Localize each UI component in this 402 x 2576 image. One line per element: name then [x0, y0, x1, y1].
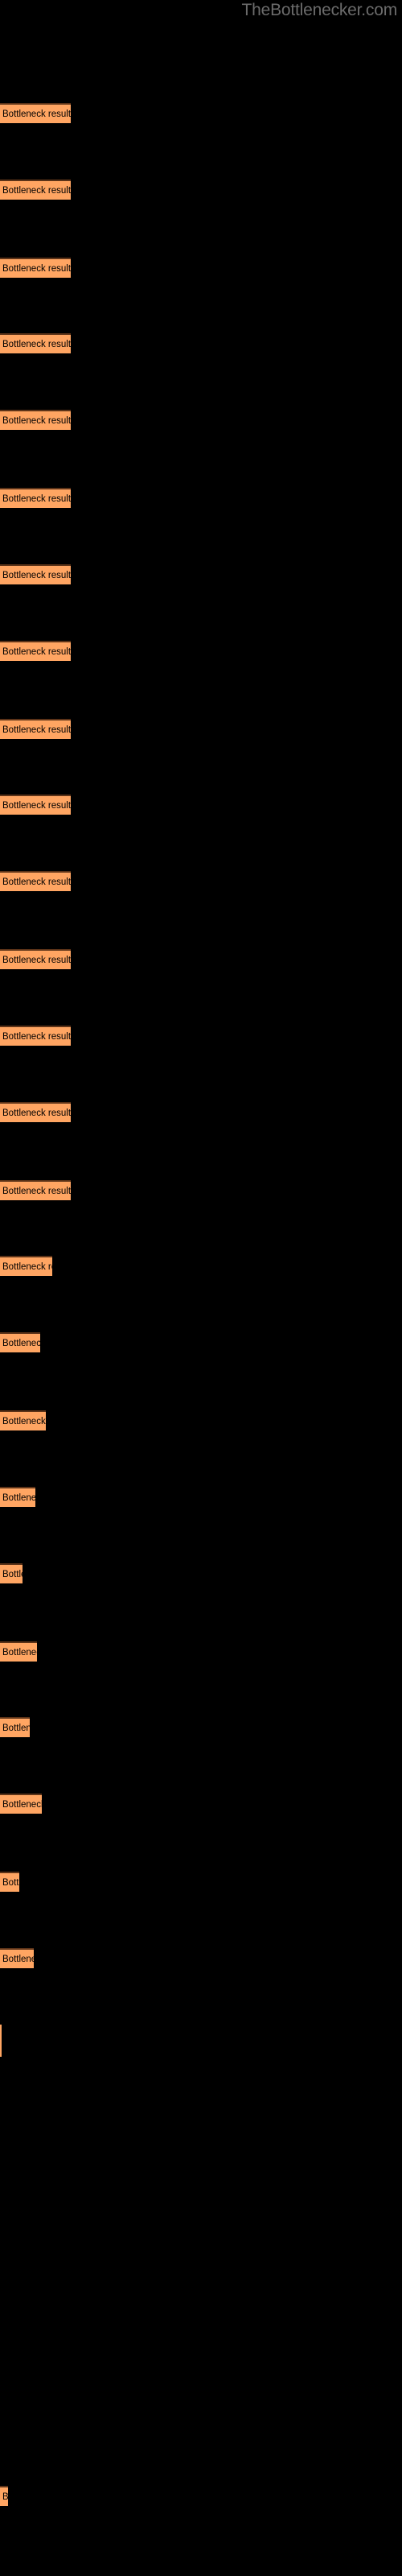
bar-3[interactable]: Bottleneck result: [0, 333, 71, 353]
bar-label: Bottleneck result: [2, 494, 71, 504]
bar-label: Bottleneck result: [2, 1339, 40, 1348]
bar-label: Bottleneck result: [2, 109, 71, 119]
bar-22[interactable]: Bottleneck result: [0, 1794, 42, 1814]
bar-16[interactable]: Bottleneck result: [0, 1332, 40, 1352]
bar-13[interactable]: Bottleneck result: [0, 1102, 71, 1122]
bar-label: Bottleneck result: [2, 340, 71, 349]
bar-6[interactable]: Bottleneck result: [0, 564, 71, 584]
bar-21[interactable]: Bottleneck result: [0, 1717, 30, 1737]
bar-8[interactable]: Bottleneck result: [0, 719, 71, 739]
bar-label: Bottleneck result: [2, 571, 71, 580]
bottleneck-bar-chart: Bottleneck result Bottleneck result Bottle…: [0, 0, 402, 2576]
bar-20[interactable]: Bottleneck result: [0, 1641, 37, 1662]
bar-5[interactable]: Bottleneck result: [0, 488, 71, 508]
bar-2[interactable]: Bottleneck result: [0, 258, 71, 278]
bar-4[interactable]: Bottleneck result: [0, 410, 71, 430]
bar-label: Bottleneck result: [2, 2492, 8, 2502]
bar-label: Bottleneck result: [2, 725, 71, 735]
bar-label: Bottleneck result: [2, 1108, 71, 1118]
bar-label: Bottleneck result: [2, 1570, 23, 1579]
bar-23[interactable]: Bottleneck result: [0, 1872, 19, 1892]
bar-25[interactable]: Bottleneck result: [0, 2025, 2, 2057]
bar-26[interactable]: Bottleneck result: [0, 2486, 8, 2506]
bar-label: Bottleneck result: [2, 1955, 34, 1964]
bar-label: Bottleneck result: [2, 1417, 46, 1426]
bar-10[interactable]: Bottleneck result: [0, 871, 71, 891]
bar-label: Bottleneck result: [2, 1493, 35, 1503]
bar-19[interactable]: Bottleneck result: [0, 1563, 23, 1583]
bar-label: Bottleneck result: [2, 1800, 42, 1810]
bar-label: Bottleneck result: [2, 1648, 37, 1657]
bar-label: Bottleneck result: [2, 1724, 30, 1733]
bar-label: Bottleneck result: [2, 647, 71, 657]
bar-18[interactable]: Bottleneck result: [0, 1487, 35, 1507]
bar-1[interactable]: Bottleneck result: [0, 180, 71, 200]
bar-label: Bottleneck result: [2, 1032, 71, 1042]
bar-label: Bottleneck result: [2, 1187, 71, 1196]
bar-label: Bottleneck result: [2, 186, 71, 196]
bar-label: Bottleneck result: [2, 1262, 52, 1272]
bar-11[interactable]: Bottleneck result: [0, 949, 71, 969]
bar-24[interactable]: Bottleneck result: [0, 1948, 34, 1968]
bar-label: Bottleneck result: [2, 1878, 19, 1888]
bar-9[interactable]: Bottleneck result: [0, 795, 71, 815]
bar-label: Bottleneck result: [2, 264, 71, 274]
bar-15[interactable]: Bottleneck result: [0, 1256, 52, 1276]
bar-12[interactable]: Bottleneck result: [0, 1026, 71, 1046]
bar-17[interactable]: Bottleneck result: [0, 1410, 46, 1430]
bar-label: Bottleneck result: [2, 956, 71, 965]
bar-label: Bottleneck result: [2, 877, 71, 887]
bar-label: Bottleneck result: [2, 801, 71, 811]
bar-0[interactable]: Bottleneck result: [0, 103, 71, 123]
bar-label: Bottleneck result: [2, 416, 71, 426]
bar-14[interactable]: Bottleneck result: [0, 1180, 71, 1200]
bar-7[interactable]: Bottleneck result: [0, 641, 71, 661]
